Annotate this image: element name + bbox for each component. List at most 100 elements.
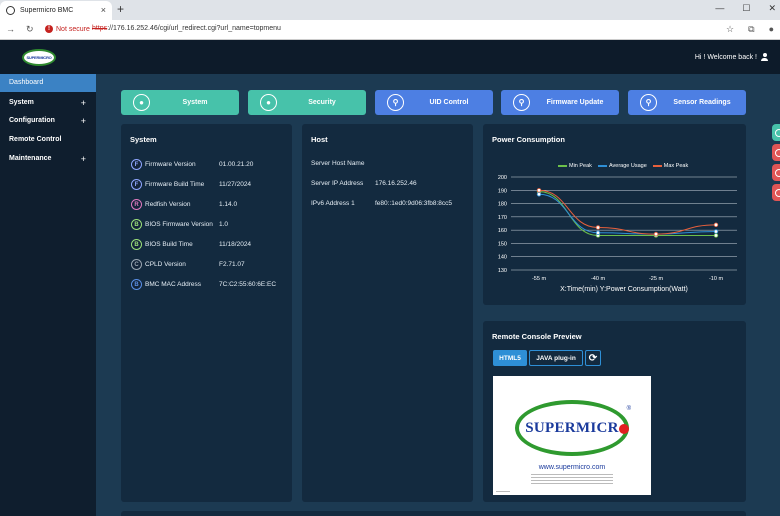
- system-info-label: Firmware Build Time: [145, 181, 205, 188]
- sidebar-item-configuration[interactable]: Configuration +: [0, 112, 96, 130]
- firmware-update-quick-button[interactable]: ⚲ Firmware Update: [501, 90, 619, 115]
- right-tab-4[interactable]: [772, 184, 780, 201]
- bookmark-star-icon[interactable]: ☆: [726, 24, 734, 35]
- address-bar: → ↻ ! Not secure https://176.16.252.46/c…: [0, 20, 780, 40]
- browser-tab[interactable]: Supermicro BMC ×: [0, 1, 112, 20]
- system-info-row: C CPLD Version F2.71.07: [131, 259, 245, 270]
- x-axis-label: X:Time(min) Y:Power Consumption(Watt): [560, 286, 688, 293]
- system-info-value: 7C:C2:55:60:6E:EC: [219, 281, 277, 288]
- host-card-title: Host: [311, 135, 328, 144]
- system-info-row: R Redfish Version 1.14.0: [131, 199, 237, 210]
- y-tick-label: 190: [498, 188, 507, 194]
- host-card: Host Server Host Name Server IP Address 1…: [302, 124, 473, 502]
- host-row: Server Host Name: [311, 160, 365, 167]
- y-tick-label: 150: [498, 241, 507, 247]
- remote-console-title: Remote Console Preview: [492, 332, 582, 341]
- expand-plus-icon[interactable]: +: [81, 94, 86, 112]
- sidebar-item-maintenance[interactable]: Maintenance +: [0, 150, 96, 168]
- extensions-icon[interactable]: ⧉: [748, 24, 754, 35]
- x-tick-label: -25 m: [649, 276, 663, 282]
- globe-icon: [6, 6, 15, 15]
- system-info-row: F Firmware Build Time 11/27/2024: [131, 179, 251, 190]
- system-info-label: CPLD Version: [145, 261, 186, 268]
- badge-icon: C: [131, 259, 142, 270]
- system-info-value: F2.71.07: [219, 261, 245, 268]
- refresh-icon[interactable]: ⟳: [585, 350, 601, 366]
- sidebar-item-remote-control[interactable]: Remote Control: [0, 131, 96, 149]
- x-tick-label: -40 m: [591, 276, 605, 282]
- window-controls: — ☐ ✕: [715, 3, 776, 14]
- right-tab-1[interactable]: [772, 124, 780, 141]
- profile-icon[interactable]: ●: [769, 24, 774, 35]
- preview-reg-mark: ®: [626, 406, 631, 412]
- system-info-value: 11/18/2024: [219, 241, 252, 248]
- system-quick-button[interactable]: ● System: [121, 90, 239, 115]
- system-info-row: B BMC MAC Address 7C:C2:55:60:6E:EC: [131, 279, 276, 290]
- minimize-icon[interactable]: —: [715, 3, 724, 14]
- y-tick-label: 200: [498, 175, 507, 181]
- warning-icon: !: [45, 25, 53, 33]
- power-card-title: Power Consumption: [492, 135, 565, 144]
- expand-plus-icon[interactable]: +: [81, 112, 86, 130]
- tab-title: Supermicro BMC: [20, 7, 74, 14]
- sidebar-item-system[interactable]: System +: [0, 94, 96, 112]
- power-chart: 130 140 150 160 170 180 190 200 -55 m -40 m -25 m -…: [498, 175, 737, 293]
- badge-icon: R: [131, 199, 142, 210]
- right-tab-2[interactable]: [772, 144, 780, 161]
- x-tick-label: -10 m: [709, 276, 723, 282]
- data-point: [595, 230, 601, 236]
- not-secure-label: Not secure: [56, 25, 90, 33]
- y-tick-label: 140: [498, 255, 507, 261]
- preview-logo-text: SUPERMICR: [525, 419, 619, 436]
- close-window-icon[interactable]: ✕: [768, 3, 776, 14]
- system-info-label: BIOS Firmware Version: [145, 221, 213, 228]
- maximize-icon[interactable]: ☐: [742, 3, 750, 14]
- uid-control-quick-button[interactable]: ⚲ UID Control: [375, 90, 493, 115]
- system-info-label: Firmware Version: [145, 161, 196, 168]
- expand-plus-icon[interactable]: +: [81, 150, 86, 168]
- preview-corner-text: [496, 491, 510, 492]
- right-tab-3[interactable]: [772, 164, 780, 181]
- new-tab-button[interactable]: +: [117, 2, 124, 16]
- app-header: [0, 40, 780, 74]
- system-card: System F Firmware Version 01.00.21.20 F Firm…: [121, 124, 292, 502]
- chat-bubble-icon: ●: [133, 94, 150, 111]
- badge-icon: B: [131, 239, 142, 250]
- not-secure-badge[interactable]: ! Not secure: [45, 25, 90, 33]
- system-info-label: Redfish Version: [145, 201, 191, 208]
- java-plugin-button[interactable]: JAVA plug-in: [529, 350, 583, 366]
- badge-icon: F: [131, 159, 142, 170]
- link-icon: ⚲: [640, 94, 657, 111]
- supermicro-logo[interactable]: SUPERMICRO: [22, 49, 56, 66]
- series-line-max-peak: [538, 189, 717, 235]
- badge-icon: F: [131, 179, 142, 190]
- system-info-row: F Firmware Version 01.00.21.20: [131, 159, 253, 170]
- forward-icon[interactable]: →: [6, 24, 15, 35]
- browser-tab-bar: Supermicro BMC × + — ☐ ✕: [0, 0, 780, 20]
- system-info-value: 01.00.21.20: [219, 161, 254, 168]
- system-info-value: 1.14.0: [219, 201, 238, 208]
- reload-icon[interactable]: ↻: [26, 24, 34, 35]
- url-field[interactable]: https://176.16.252.46/cgi/url_redirect.c…: [92, 25, 281, 32]
- data-point: [536, 188, 542, 193]
- preview-fine-print: [531, 474, 613, 475]
- data-point: [536, 192, 542, 197]
- data-point: [653, 231, 659, 237]
- close-tab-icon[interactable]: ×: [101, 5, 106, 15]
- console-preview-image[interactable]: SUPERMICR ® www.supermicro.com: [493, 376, 651, 495]
- html5-button[interactable]: HTML5: [493, 350, 527, 366]
- y-tick-label: 160: [498, 228, 507, 234]
- security-quick-button[interactable]: ● Security: [248, 90, 366, 115]
- sensor-readings-quick-button[interactable]: ⚲ Sensor Readings: [628, 90, 746, 115]
- system-info-label: BIOS Build Time: [145, 241, 193, 248]
- preview-logo-dot: [619, 424, 629, 434]
- badge-icon: B: [131, 219, 142, 230]
- x-tick-label: -55 m: [532, 276, 546, 282]
- y-tick-label: 170: [498, 215, 507, 221]
- sidebar-item-dashboard[interactable]: Dashboard: [0, 74, 96, 92]
- welcome-message[interactable]: Hi ! Welcome back !: [695, 53, 768, 61]
- welcome-text: Hi ! Welcome back !: [694, 53, 757, 61]
- url-scheme: https: [92, 25, 108, 32]
- system-info-label: BMC MAC Address: [145, 281, 201, 288]
- data-point: [713, 233, 719, 238]
